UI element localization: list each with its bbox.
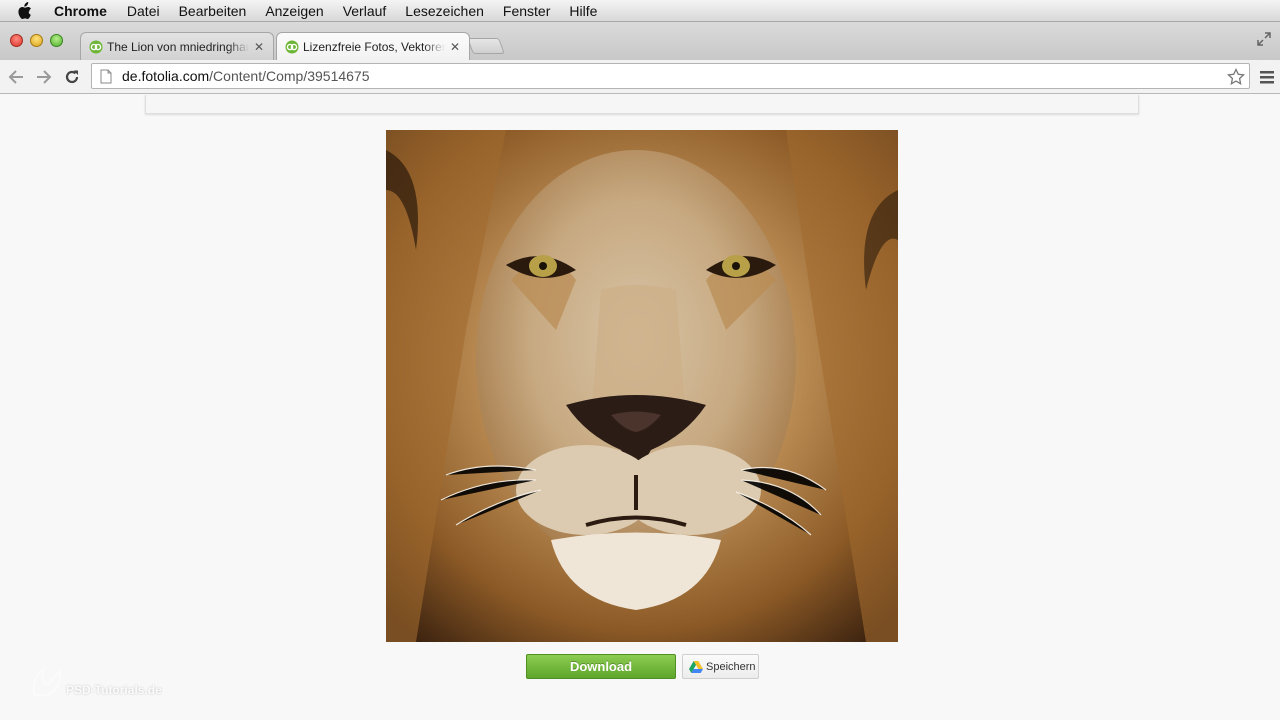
apple-logo-icon[interactable] [16,1,36,20]
reload-icon [65,70,79,84]
menu-fenster[interactable]: Fenster [503,0,550,22]
address-bar[interactable]: de.fotolia.com/Content/Comp/39514675 [91,63,1250,89]
lion-photo [386,130,898,642]
watermark-logo-icon [32,666,62,696]
tab-strip: The Lion von mniedringhaus ✕ Lizenzfreie… [0,22,1280,60]
page-content: Download Speichern [0,95,1280,720]
fullscreen-icon[interactable] [1256,31,1272,47]
arrow-right-icon [37,70,52,84]
arrow-left-icon [8,70,23,84]
reload-button[interactable] [61,66,83,88]
tab-the-lion[interactable]: The Lion von mniedringhaus ✕ [80,32,274,60]
fotolia-favicon-icon [89,40,103,53]
menu-anzeigen[interactable]: Anzeigen [265,0,323,22]
forward-button[interactable] [33,66,55,88]
menu-hilfe[interactable]: Hilfe [569,0,597,22]
watermark-text: PSD-Tutorials.de [66,683,162,697]
tab-title: Lizenzfreie Fotos, Vektoren [303,39,445,54]
download-button[interactable]: Download [526,654,676,679]
url-path: /Content/Comp/39514675 [209,68,370,84]
window-zoom-button[interactable] [50,34,63,47]
window-minimize-button[interactable] [30,34,43,47]
google-drive-icon [689,660,703,673]
tab-title: The Lion von mniedringhaus [107,39,249,54]
psd-tutorials-watermark: PSD-Tutorials.de [30,665,162,699]
new-tab-button[interactable] [467,38,505,54]
fotolia-favicon-icon [285,40,299,53]
macos-menu-bar: Chrome Datei Bearbeiten Anzeigen Verlauf… [0,0,1280,22]
back-button[interactable] [5,66,27,88]
menu-lesezeichen[interactable]: Lesezeichen [405,0,484,22]
tab-close-icon[interactable]: ✕ [253,40,265,54]
save-to-drive-button[interactable]: Speichern [682,654,759,679]
browser-toolbar: de.fotolia.com/Content/Comp/39514675 [0,60,1280,94]
save-label: Speichern [706,660,756,673]
bookmark-star-icon[interactable] [1227,68,1245,86]
tab-lizenzfreie-fotos[interactable]: Lizenzfreie Fotos, Vektoren ✕ [276,32,470,60]
menu-verlauf[interactable]: Verlauf [343,0,387,22]
url-host: de.fotolia.com [122,68,210,84]
menu-datei[interactable]: Datei [127,0,160,22]
window-close-button[interactable] [10,34,23,47]
menu-chrome[interactable]: Chrome [54,0,107,22]
tab-close-icon[interactable]: ✕ [449,40,461,54]
menu-bearbeiten[interactable]: Bearbeiten [179,0,247,22]
page-icon [100,69,112,83]
page-header-panel [145,95,1139,114]
chrome-menu-icon[interactable] [1259,68,1275,86]
